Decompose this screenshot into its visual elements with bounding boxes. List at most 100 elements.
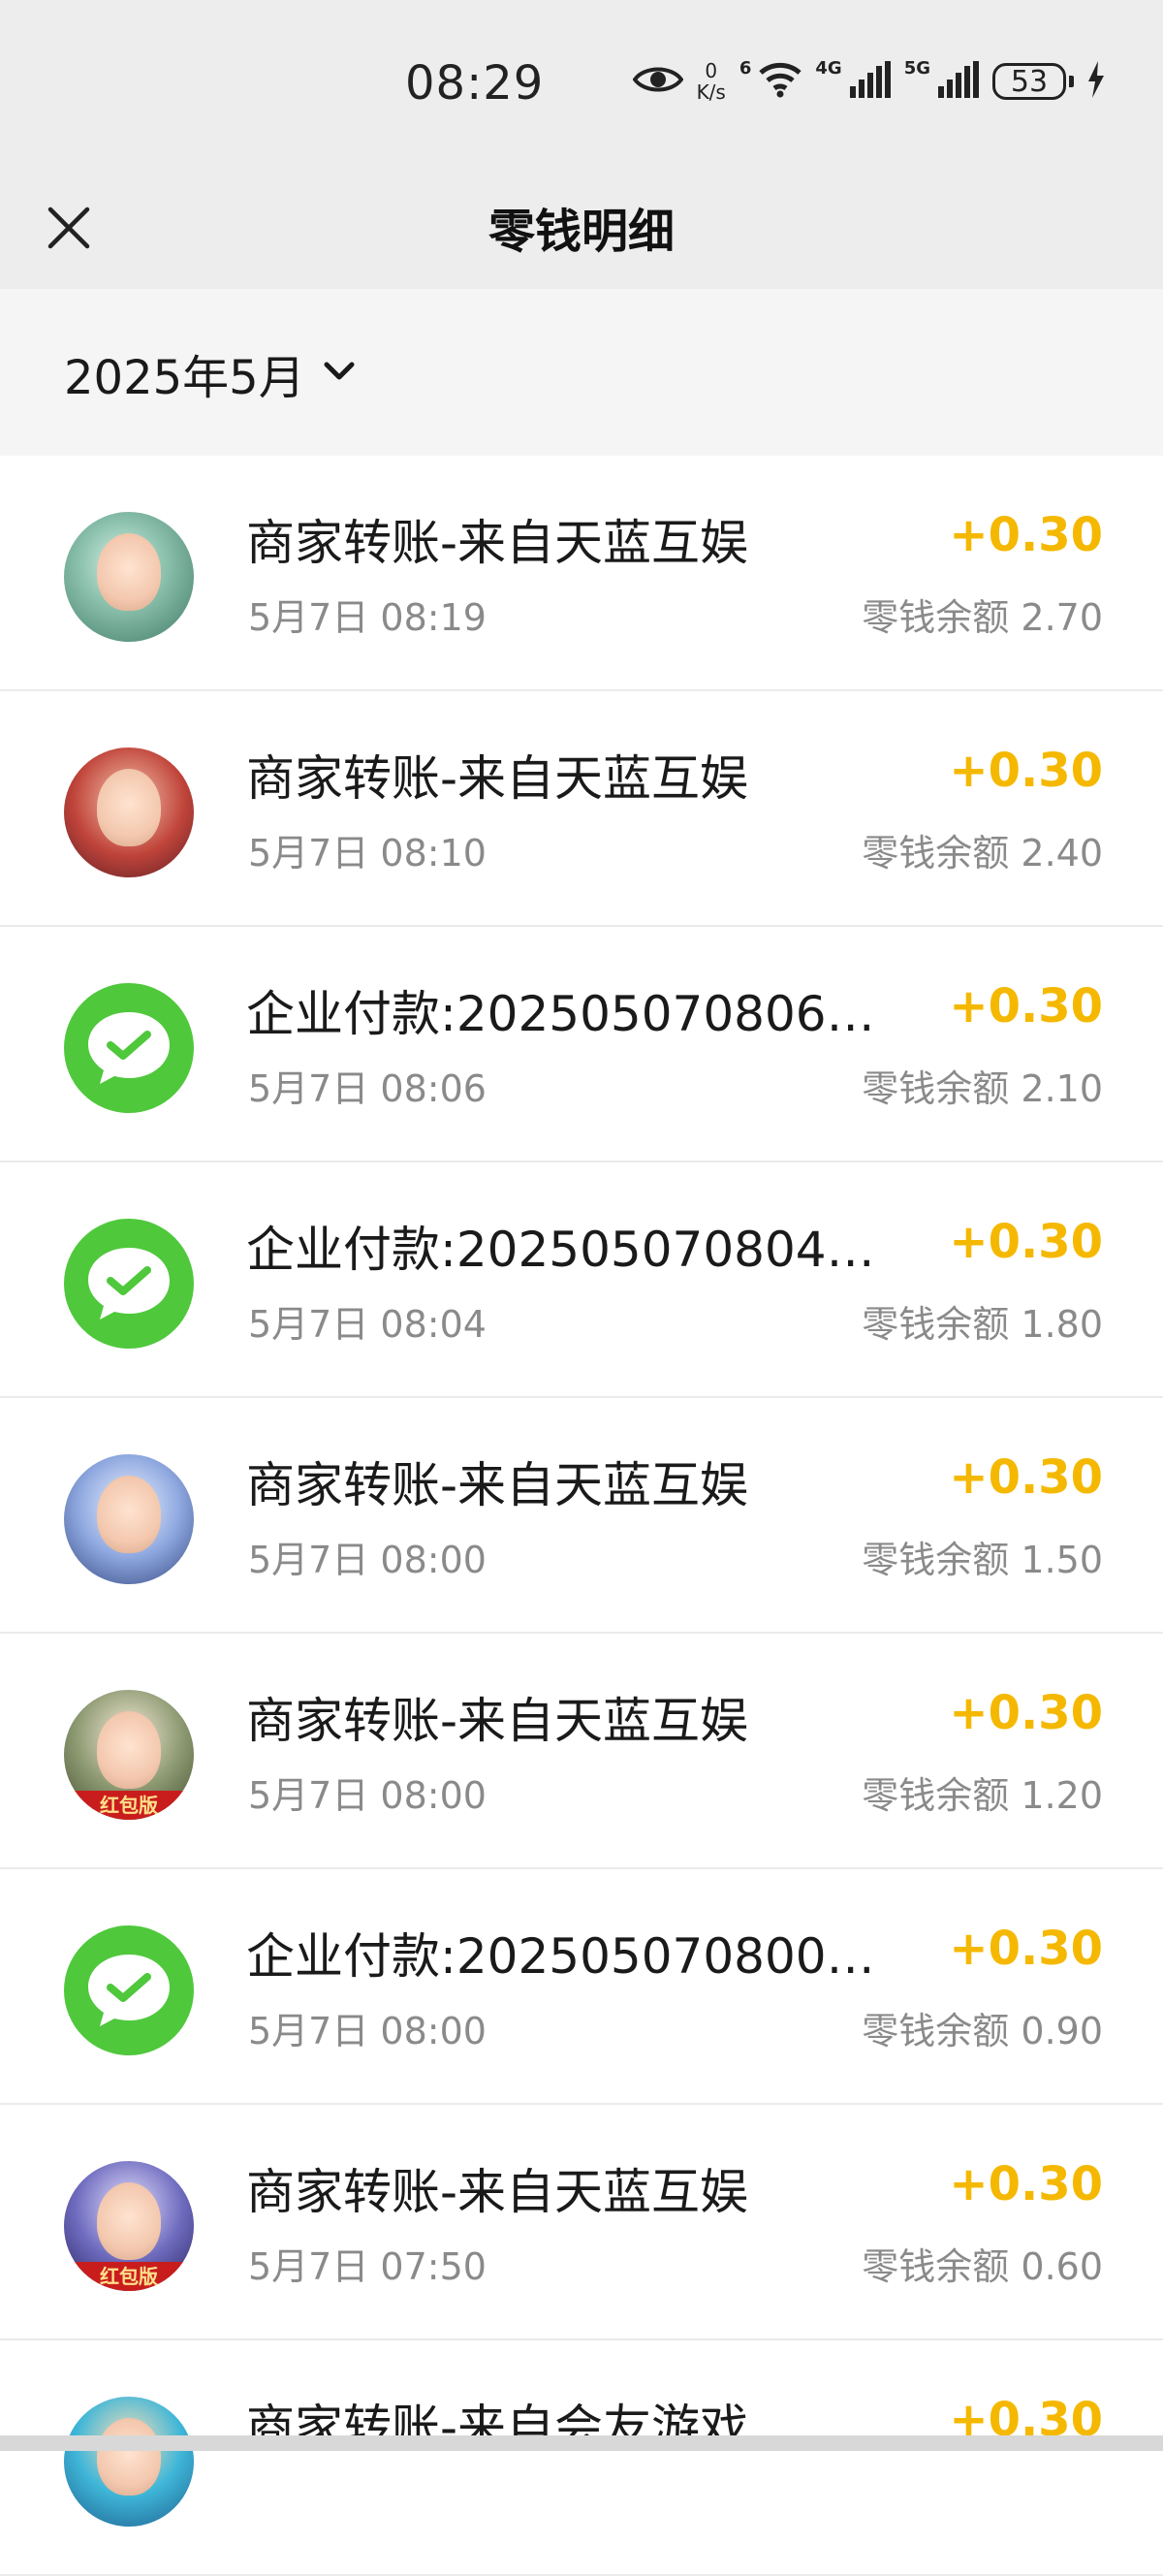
transaction-title: 商家转账-来自天蓝互娱 (246, 2164, 749, 2220)
transaction-list: 商家转账-来自天蓝互娱 5月7日 08:19 +0.30 零钱余额 2.70 商… (0, 456, 1163, 2576)
transaction-title: 商家转账-来自天蓝互娱 (246, 1457, 749, 1513)
transaction-time: 5月7日 08:00 (248, 2010, 487, 2052)
status-icons: 0 K/s 6 4G 5G 53 (632, 57, 1105, 103)
avatar-portrait (97, 2182, 161, 2260)
avatar-portrait (97, 533, 161, 611)
wechat-pay-icon (64, 1219, 194, 1349)
transaction-time: 5月7日 07:50 (248, 2245, 487, 2288)
balance-label: 零钱余额 (862, 1303, 1010, 1346)
balance-value: 1.80 (1021, 1303, 1103, 1346)
signal-icon (938, 61, 979, 102)
network-speed: 0 K/s (697, 60, 726, 103)
balance-value: 2.70 (1021, 596, 1103, 639)
transaction-amount: +0.30 (949, 979, 1103, 1034)
avatar-portrait (97, 1711, 161, 1789)
balance-label: 零钱余额 (862, 1539, 1010, 1581)
network-speed-unit: K/s (696, 80, 726, 104)
balance-info: 零钱余额 2.40 (862, 823, 1103, 876)
game-avatar (64, 1454, 194, 1584)
charging-icon (1087, 61, 1105, 102)
game-avatar (64, 2397, 194, 2527)
status-bar: 08:29 0 K/s 6 4G 5G 53 (0, 0, 1163, 175)
balance-info: 零钱余额 2.10 (862, 1059, 1103, 1112)
game-avatar (64, 512, 194, 642)
transaction-amount: +0.30 (949, 2157, 1103, 2211)
battery-indicator: 53 (992, 63, 1074, 100)
transaction-time: 5月7日 08:00 (248, 1774, 487, 1817)
avatar-portrait (97, 769, 161, 846)
status-time: 08:29 (405, 56, 545, 111)
transaction-row[interactable]: 商家转账-来自天蓝互娱 5月7日 08:10 +0.30 零钱余额 2.40 (0, 691, 1163, 927)
wechat-pay-icon (64, 1925, 194, 2055)
balance-value: 2.40 (1021, 832, 1103, 875)
transaction-title: 企业付款:20250507080450… (246, 1222, 905, 1278)
signal-icon (849, 61, 891, 102)
balance-label: 零钱余额 (862, 596, 1010, 639)
signal1-tag: 4G (815, 57, 842, 79)
nav-bar: 零钱明细 (0, 175, 1163, 289)
wifi-tag: 6 (739, 57, 752, 79)
game-avatar (64, 747, 194, 877)
signal2-tag: 5G (903, 57, 930, 79)
battery-cap (1069, 76, 1074, 87)
balance-label: 零钱余额 (862, 2010, 1010, 2052)
avatar-portrait (97, 2418, 161, 2496)
transaction-amount: +0.30 (949, 1686, 1103, 1740)
battery-level: 53 (992, 63, 1066, 100)
balance-value: 1.20 (1021, 1774, 1103, 1817)
balance-value: 0.90 (1021, 2010, 1103, 2052)
month-filter-bar: 2025年5月 (0, 289, 1163, 456)
transaction-amount: +0.30 (949, 508, 1103, 562)
month-label: 2025年5月 (64, 351, 305, 405)
balance-info: 零钱余额 1.20 (862, 1765, 1103, 1819)
network-speed-value: 0 (705, 59, 718, 82)
month-selector[interactable]: 2025年5月 (64, 339, 356, 407)
transaction-amount: +0.30 (949, 1215, 1103, 1269)
transaction-amount: +0.30 (949, 744, 1103, 798)
game-avatar: 红包版 (64, 2161, 194, 2291)
transaction-title: 商家转账-来自天蓝互娱 (246, 750, 749, 807)
transaction-row[interactable]: 商家转账-来自天蓝互娱 5月7日 08:00 +0.30 零钱余额 1.50 (0, 1398, 1163, 1634)
game-avatar: 红包版 (64, 1690, 194, 1820)
transaction-row[interactable]: 企业付款:20250507080610… 5月7日 08:06 +0.30 零钱… (0, 927, 1163, 1162)
transaction-row[interactable]: 商家转账-来自会友游戏 +0.30 (0, 2340, 1163, 2576)
transaction-title: 商家转账-来自天蓝互娱 (246, 515, 749, 571)
transaction-amount: +0.30 (949, 1450, 1103, 1505)
balance-label: 零钱余额 (862, 1067, 1010, 1110)
transaction-title: 企业付款:20250507080008… (246, 1928, 905, 1985)
transaction-row[interactable]: 商家转账-来自天蓝互娱 5月7日 08:19 +0.30 零钱余额 2.70 (0, 456, 1163, 691)
avatar-portrait (97, 1476, 161, 1553)
transaction-time: 5月7日 08:19 (248, 596, 487, 639)
transaction-time: 5月7日 08:04 (248, 1303, 487, 1346)
chevron-down-icon (323, 361, 356, 386)
transaction-title: 商家转账-来自天蓝互娱 (246, 1693, 749, 1749)
balance-label: 零钱余额 (862, 1774, 1010, 1817)
hongbao-badge: 红包版 (64, 2262, 194, 2291)
balance-info: 零钱余额 1.80 (862, 1294, 1103, 1348)
transaction-time: 5月7日 08:10 (248, 832, 487, 875)
wifi-icon (759, 61, 802, 102)
balance-info: 零钱余额 0.60 (862, 2237, 1103, 2290)
transaction-row[interactable]: 企业付款:20250507080008… 5月7日 08:00 +0.30 零钱… (0, 1869, 1163, 2105)
transaction-amount: +0.30 (949, 1922, 1103, 1976)
close-icon (47, 206, 91, 254)
balance-info: 零钱余额 1.50 (862, 1530, 1103, 1583)
transaction-row[interactable]: 企业付款:20250507080450… 5月7日 08:04 +0.30 零钱… (0, 1162, 1163, 1398)
hongbao-badge: 红包版 (64, 1791, 194, 1820)
bottom-edge (0, 2435, 1163, 2451)
eye-icon (632, 63, 684, 100)
close-button[interactable] (29, 190, 109, 270)
transaction-row[interactable]: 红包版 商家转账-来自天蓝互娱 5月7日 08:00 +0.30 零钱余额 1.… (0, 1634, 1163, 1869)
balance-label: 零钱余额 (862, 832, 1010, 875)
balance-info: 零钱余额 2.70 (862, 588, 1103, 641)
page-title: 零钱明细 (487, 205, 675, 259)
transaction-time: 5月7日 08:06 (248, 1067, 487, 1110)
balance-info: 零钱余额 0.90 (862, 2001, 1103, 2054)
balance-value: 1.50 (1021, 1539, 1103, 1581)
transaction-title: 企业付款:20250507080610… (246, 986, 905, 1042)
balance-value: 2.10 (1021, 1067, 1103, 1110)
transaction-time: 5月7日 08:00 (248, 1539, 487, 1581)
transaction-row[interactable]: 红包版 商家转账-来自天蓝互娱 5月7日 07:50 +0.30 零钱余额 0.… (0, 2105, 1163, 2340)
balance-value: 0.60 (1021, 2245, 1103, 2288)
balance-label: 零钱余额 (862, 2245, 1010, 2288)
